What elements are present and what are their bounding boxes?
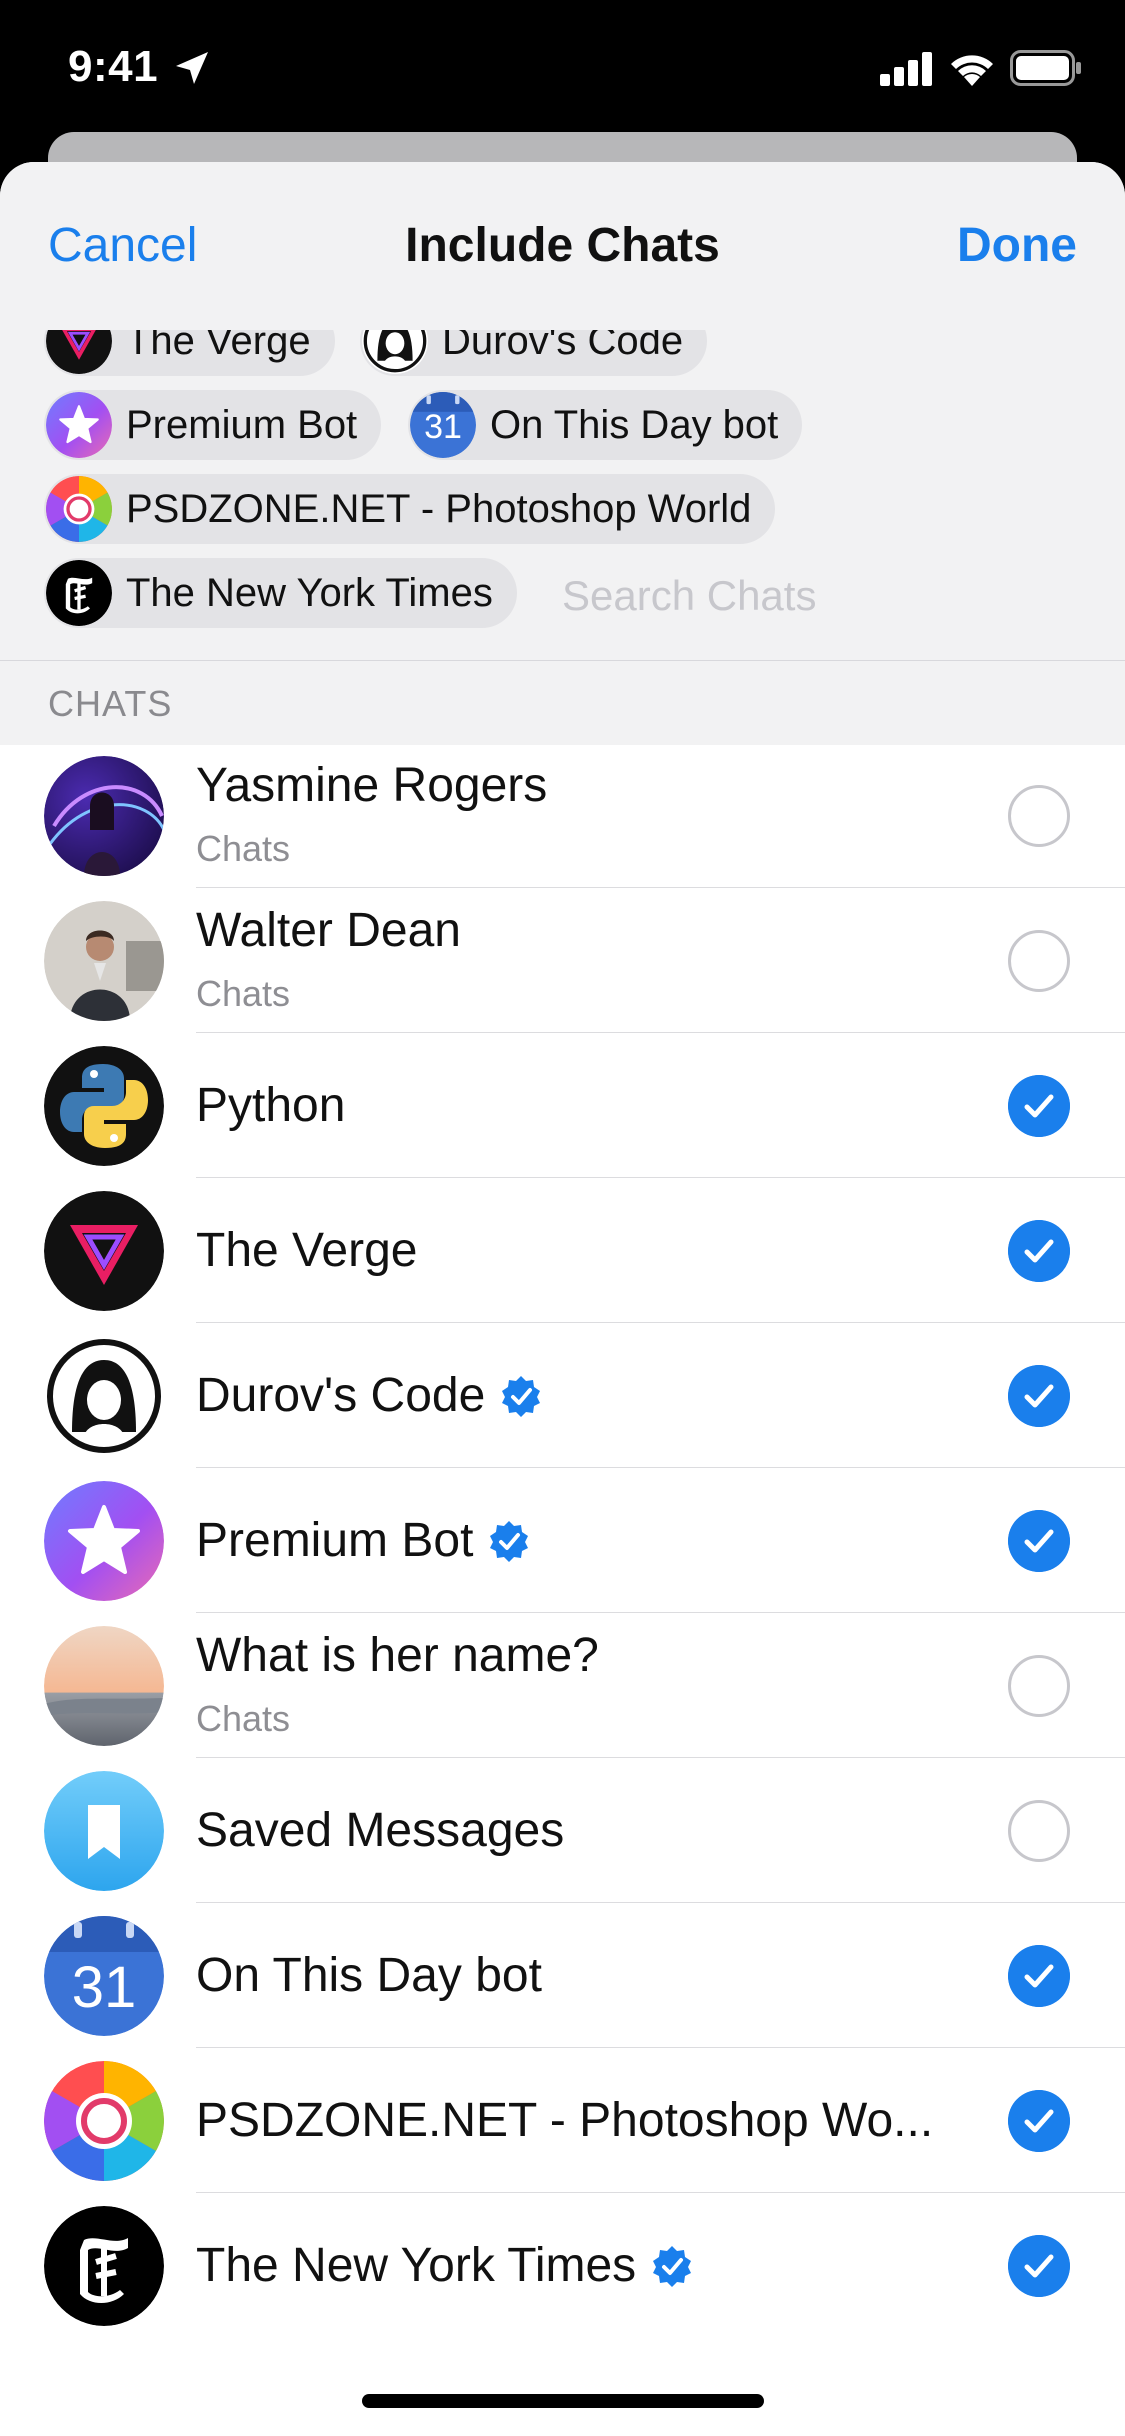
the-verge-avatar [44,1191,164,1311]
premium-bot-avatar-icon [46,392,112,458]
row-separator [196,1177,1125,1178]
row-separator [196,1467,1125,1468]
chat-name: The New York Times [196,2239,637,2292]
cellular-signal-icon [880,52,932,86]
token-label: The New York Times [126,570,493,615]
verified-badge-icon [650,2244,694,2288]
token-premium-bot[interactable]: Premium Bot [44,390,382,460]
wifi-icon [951,55,993,86]
checkmark-icon[interactable] [1008,1945,1070,2007]
chat-name: The Verge [196,1224,418,1277]
chat-name-group: Durov's Code [196,1368,543,1423]
calendar-icon: 31 [44,1916,164,2036]
unchecked-circle-icon[interactable] [1008,1800,1070,1862]
checkmark-icon[interactable] [1008,1510,1070,1572]
nyt-avatar-icon [46,560,112,626]
psdzone-avatar [44,2061,164,2181]
chat-row-premium-bot[interactable]: Premium Bot [0,1469,1125,1613]
token-label: The Verge [126,330,311,363]
what-is-her-name-avatar [44,1626,164,1746]
chat-row-walter-dean[interactable]: Walter Dean Chats [0,889,1125,1033]
chat-subtitle: Chats [196,1698,291,1739]
chat-row-what-is-her-name[interactable]: What is her name? Chats [0,1614,1125,1758]
calendar-day-number: 31 [424,408,462,446]
chat-name: Premium Bot [196,1514,474,1567]
durovs-code-avatar-icon [362,330,428,374]
done-button[interactable]: Done [957,218,1077,273]
chat-row-saved-messages[interactable]: Saved Messages [0,1759,1125,1903]
premium-bot-avatar [44,1481,164,1601]
yasmine-rogers-avatar [44,756,164,876]
location-arrow-icon [176,52,208,84]
durovs-code-avatar [44,1336,164,1456]
verified-badge-icon [499,1374,543,1418]
chat-name: Walter Dean [196,904,461,957]
home-indicator[interactable] [362,2394,764,2408]
token-label: Durov's Code [442,330,684,363]
checkmark-icon[interactable] [1008,2090,1070,2152]
unchecked-circle-icon[interactable] [1008,930,1070,992]
status-bar: 9:41 [0,0,1125,130]
token-label: Premium Bot [126,402,358,447]
unchecked-circle-icon[interactable] [1008,785,1070,847]
nyt-avatar [44,2206,164,2326]
token-new-york-times[interactable]: The New York Times [44,558,517,628]
calendar-day-number: 31 [71,1955,137,2020]
chat-row-new-york-times[interactable]: The New York Times [0,2194,1125,2338]
chat-row-on-this-day-bot[interactable]: 31 On This Day bot [0,1904,1125,2048]
chat-name: What is her name? [196,1629,599,1682]
chat-name: Saved Messages [196,1804,565,1857]
chat-row-psdzone[interactable]: PSDZONE.NET - Photoshop Wo... [0,2049,1125,2193]
token-psdzone[interactable]: PSDZONE.NET - Photoshop World [44,474,776,544]
chat-subtitle: Chats [196,828,291,869]
token-label: On This Day bot [490,402,779,447]
chat-row-the-verge[interactable]: The Verge [0,1179,1125,1323]
row-separator [196,1032,1125,1033]
battery-icon [1010,50,1081,86]
walter-dean-avatar [44,901,164,1021]
bookmark-icon [44,1771,164,1891]
chat-row-python[interactable]: Python [0,1034,1125,1178]
chat-name: Python [196,1079,346,1132]
chat-name: Yasmine Rogers [196,759,548,812]
section-header: CHATS [0,660,1125,745]
row-separator [196,1322,1125,1323]
row-separator [196,1757,1125,1758]
navigation-bar: Cancel Include Chats Done [0,162,1125,331]
row-separator [196,2047,1125,2048]
checkmark-icon[interactable] [1008,2235,1070,2297]
chat-subtitle: Chats [196,973,291,1014]
token-durovs-code[interactable]: Durov's Code [360,330,708,376]
the-verge-avatar-icon [46,330,112,374]
chat-name: On This Day bot [196,1949,542,2002]
chat-name: Durov's Code [196,1369,486,1422]
python-avatar [44,1046,164,1166]
row-separator [196,2192,1125,2193]
row-separator [196,887,1125,888]
chat-row-yasmine-rogers[interactable]: Yasmine Rogers Chats [0,744,1125,888]
row-separator [196,1612,1125,1613]
section-header-label: CHATS [48,683,173,724]
on-this-day-avatar-icon: 31 [410,392,476,458]
chat-name: PSDZONE.NET - Photoshop Wo... [196,2094,934,2147]
token-label: PSDZONE.NET - Photoshop World [126,486,752,531]
include-chats-sheet: Cancel Include Chats Done The Verge Duro… [0,162,1125,2436]
checkmark-icon[interactable] [1008,1365,1070,1427]
chat-name-group: Premium Bot [196,1513,531,1568]
checkmark-icon[interactable] [1008,1075,1070,1137]
token-on-this-day-bot[interactable]: 31 On This Day bot [408,390,803,460]
token-the-verge[interactable]: The Verge [44,330,335,376]
selected-chats-tokens: The Verge Durov's Code Premium Bot 31 On… [0,330,1125,660]
chat-row-durovs-code[interactable]: Durov's Code [0,1324,1125,1468]
search-input[interactable]: Search Chats [562,572,816,620]
row-separator [196,1902,1125,1903]
checkmark-icon[interactable] [1008,1220,1070,1282]
status-time: 9:41 [68,42,159,91]
chat-name-group: The New York Times [196,2238,694,2293]
psdzone-avatar-icon [46,476,112,542]
unchecked-circle-icon[interactable] [1008,1655,1070,1717]
verified-badge-icon [487,1519,531,1563]
